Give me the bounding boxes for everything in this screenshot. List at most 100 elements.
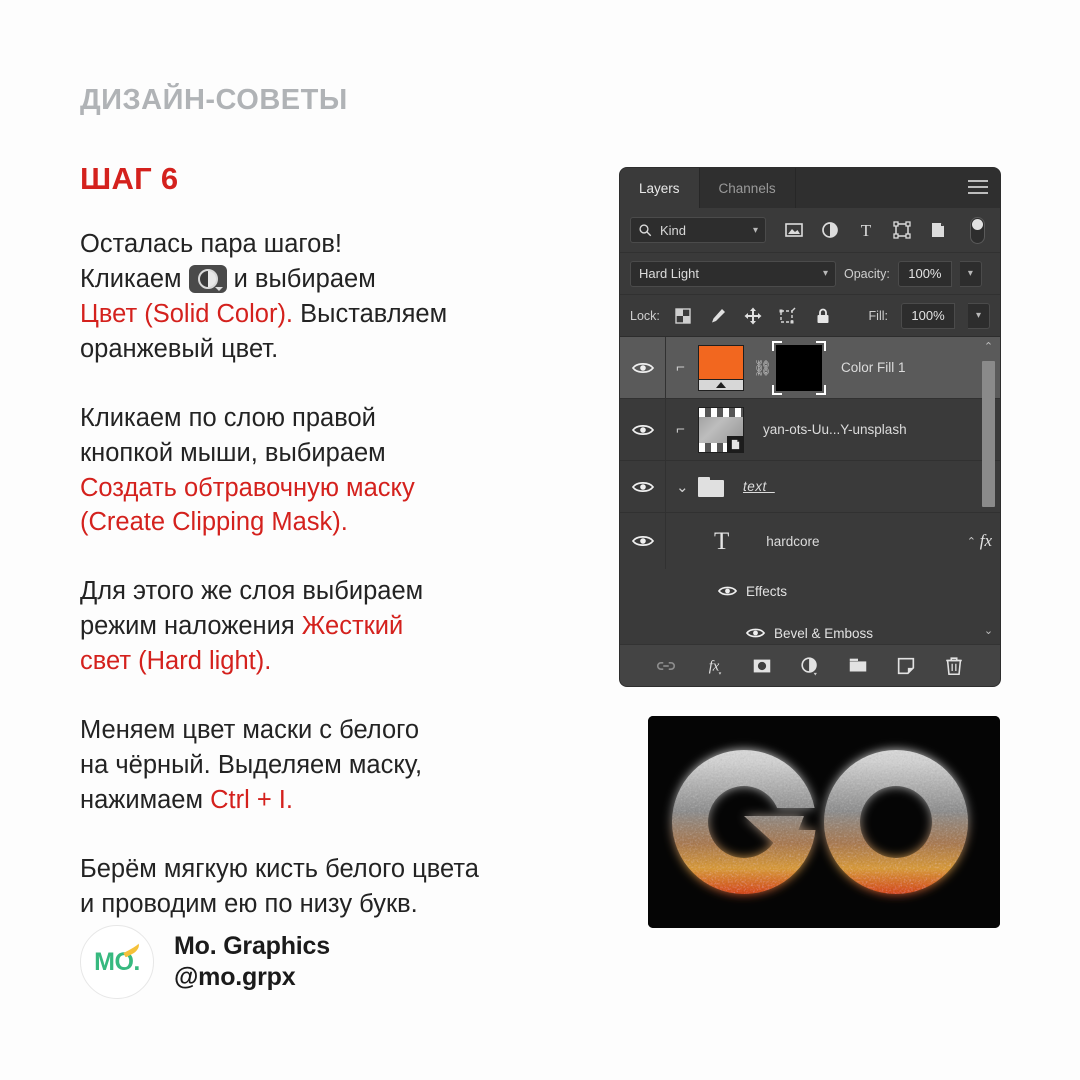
paragraph-5-line-1: Берём мягкую кисть белого цвета <box>80 854 479 883</box>
lock-transparent-pixels-icon[interactable] <box>673 306 693 326</box>
tab-channels[interactable]: Channels <box>700 168 796 208</box>
layer-thumbnail-solid-color[interactable] <box>698 344 744 391</box>
eye-icon <box>631 362 654 373</box>
shape-filter-icon[interactable] <box>892 220 912 240</box>
effect-name[interactable]: Bevel & Emboss <box>774 626 873 641</box>
layer-visibility-toggle[interactable] <box>620 513 666 569</box>
blend-mode-select[interactable]: Hard Light ▾ <box>630 260 836 287</box>
table-row[interactable]: ⌄ text_ <box>620 461 1000 513</box>
clipping-mask-term-en: (Create Clipping Mask). <box>80 508 348 537</box>
avatar[interactable]: MO. <box>80 925 154 999</box>
chevron-down-icon[interactable]: ⌄ <box>676 478 689 496</box>
svg-text:fx: fx <box>709 658 720 674</box>
layer-filter-row[interactable]: Kind ▾ T <box>620 208 1000 253</box>
layer-list[interactable]: ⌐ ⛓ Color Fill 1 ⌐ yan-ots-Uu...Y-unspla… <box>620 337 1000 641</box>
table-row[interactable]: ⌐ ⛓ Color Fill 1 <box>620 337 1000 399</box>
post-canvas: ДИЗАЙН-СОВЕТЫ ШАГ 6 Осталась пара шагов!… <box>0 0 1080 1080</box>
new-group-icon[interactable] <box>847 655 869 677</box>
layer-name[interactable]: Color Fill 1 <box>841 360 906 375</box>
lock-all-icon[interactable] <box>813 306 833 326</box>
filter-type-icons[interactable]: T <box>784 216 985 244</box>
lock-row[interactable]: Lock: Fill: 100% ▾ <box>620 295 1000 337</box>
delete-layer-icon[interactable] <box>943 655 965 677</box>
filter-enable-toggle[interactable] <box>970 216 985 244</box>
layer-body[interactable]: T hardcore fx ⌃ <box>666 513 1000 569</box>
layer-body[interactable]: ⌐ yan-ots-Uu...Y-unsplash <box>666 399 1000 460</box>
brand-handle: @mo.grpx <box>174 963 296 991</box>
brand-footer[interactable]: MO. Mo. Graphics @mo.grpx <box>80 925 330 999</box>
layer-body[interactable]: ⌄ text_ <box>666 461 1000 512</box>
filter-kind-value: Kind <box>660 222 687 238</box>
lock-artboard-nesting-icon[interactable] <box>778 306 798 326</box>
paragraph-3: Для этого же слоя выбираем режим наложен… <box>80 574 640 679</box>
adjustment-layer-icon[interactable] <box>188 264 227 293</box>
lock-icon-group[interactable] <box>673 306 833 326</box>
tab-layers[interactable]: Layers <box>620 168 700 208</box>
type-filter-icon[interactable]: T <box>856 220 876 240</box>
table-row[interactable]: ⌐ yan-ots-Uu...Y-unsplash <box>620 399 1000 461</box>
lock-position-icon[interactable] <box>743 306 763 326</box>
new-layer-icon[interactable] <box>895 655 917 677</box>
layer-thumbnail-photo[interactable] <box>698 406 744 453</box>
layer-body[interactable]: ⌐ ⛓ Color Fill 1 <box>666 337 1000 398</box>
eye-icon <box>631 424 654 435</box>
fill-input[interactable]: 100% <box>901 302 955 329</box>
scrollbar-thumb[interactable] <box>982 361 995 507</box>
chevron-down-icon[interactable]: ⌄ <box>981 624 996 637</box>
smart-object-badge <box>727 435 744 453</box>
layer-name[interactable]: text_ <box>743 479 775 494</box>
photoshop-layers-panel[interactable]: Layers Channels Kind ▾ T Hard Light ▾ Op… <box>620 168 1000 686</box>
blend-mode-row[interactable]: Hard Light ▾ Opacity: 100% ▾ <box>620 253 1000 295</box>
add-layer-mask-icon[interactable] <box>751 655 773 677</box>
paragraph-1-line-3: Цвет (Solid Color). Выставляем <box>80 297 640 332</box>
brand-labels: Mo. Graphics @mo.grpx <box>174 932 330 992</box>
new-adjustment-layer-icon[interactable] <box>799 655 821 677</box>
paragraph-1: Осталась пара шагов! Кликаем и выбираем … <box>80 227 640 367</box>
effects-label[interactable]: Effects <box>746 584 787 599</box>
chevron-up-icon[interactable]: ⌃ <box>981 340 996 353</box>
smart-object-filter-icon[interactable] <box>928 220 948 240</box>
panel-tab-strip[interactable]: Layers Channels <box>620 168 1000 208</box>
paragraph-5-line-2: и проводим ею по низу букв. <box>80 889 418 918</box>
fill-chevron-down-icon[interactable]: ▾ <box>968 302 990 329</box>
list-item[interactable]: Effects <box>620 569 1000 613</box>
eye-icon[interactable] <box>746 627 765 639</box>
layer-visibility-toggle[interactable] <box>620 461 666 512</box>
page-title: ШАГ 6 <box>80 161 179 196</box>
paragraph-2-line-2: кнопкой мыши, выбираем <box>80 438 386 467</box>
paragraph-1-line-4: оранжевый цвет. <box>80 334 279 363</box>
chevron-up-icon[interactable]: ⌃ <box>967 535 976 548</box>
search-icon <box>639 223 652 236</box>
opacity-chevron-down-icon[interactable]: ▾ <box>959 260 982 287</box>
layer-mask-thumbnail[interactable] <box>772 340 826 395</box>
filter-kind-select[interactable]: Kind ▾ <box>630 217 766 243</box>
layer-name[interactable]: yan-ots-Uu...Y-unsplash <box>763 422 907 437</box>
clipping-mask-term-ru: Создать обтравочную маску <box>80 473 415 502</box>
adjustment-filter-icon[interactable] <box>820 220 840 240</box>
image-filter-icon[interactable] <box>784 220 804 240</box>
shortcut-ctrl-i: Ctrl + I. <box>210 785 293 814</box>
paragraph-4-line-3: нажимаем Ctrl + I. <box>80 783 640 818</box>
type-T-icon: T <box>714 527 730 555</box>
opacity-input[interactable]: 100% <box>897 260 952 287</box>
half-circle-glyph <box>197 268 218 289</box>
hamburger-menu-icon[interactable] <box>968 180 988 198</box>
eye-icon[interactable] <box>718 585 737 597</box>
hardcore-logo-preview <box>648 716 1000 928</box>
scrollbar[interactable]: ⌃ ⌄ <box>981 337 996 640</box>
layer-visibility-toggle[interactable] <box>620 337 666 398</box>
layer-style-fx-icon[interactable]: fx <box>703 655 725 677</box>
text-column: ДИЗАЙН-СОВЕТЫ ШАГ 6 Осталась пара шагов!… <box>80 84 640 922</box>
table-row[interactable]: T hardcore fx ⌃ <box>620 513 1000 569</box>
link-icon[interactable]: ⛓ <box>753 359 772 377</box>
hard-light-term-en: свет (Hard light). <box>80 647 272 676</box>
layer-name[interactable]: hardcore <box>766 534 819 549</box>
link-layers-icon[interactable] <box>655 655 677 677</box>
panel-bottom-toolbar[interactable]: fx <box>620 644 1000 686</box>
artwork-preview <box>648 716 1000 928</box>
lock-image-pixels-icon[interactable] <box>708 306 728 326</box>
layer-visibility-toggle[interactable] <box>620 399 666 460</box>
paragraph-4-line-3-pre: нажимаем <box>80 785 203 814</box>
clipping-mask-arrow-icon: ⌐ <box>676 421 685 438</box>
selection-corner-br <box>816 384 826 395</box>
